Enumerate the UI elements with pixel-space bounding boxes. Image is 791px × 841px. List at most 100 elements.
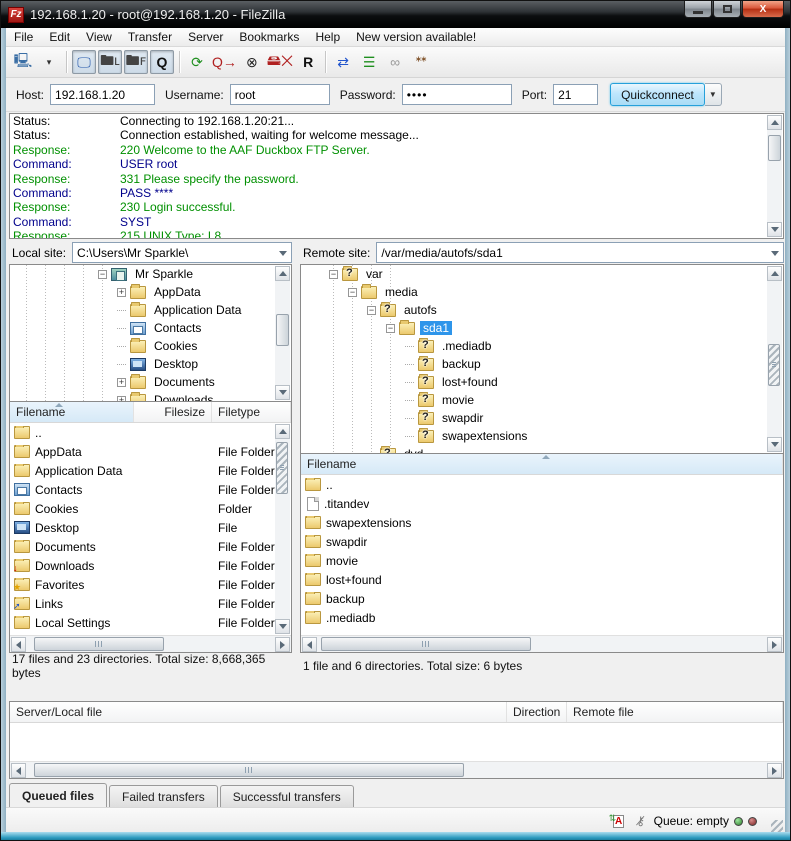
expander-minus-icon[interactable]: − xyxy=(367,306,376,315)
tree-item-application-data[interactable]: Application Data xyxy=(10,301,291,319)
column-header-filetype[interactable]: Filetype xyxy=(212,402,291,422)
file-row-downloads[interactable]: ↓DownloadsFile Folder xyxy=(10,556,291,575)
title-bar[interactable]: Fz 192.168.1.20 - root@192.168.1.20 - Fi… xyxy=(1,1,791,28)
tree-item-media[interactable]: −media xyxy=(301,283,783,301)
toggle-local-tree-button[interactable]: 🖿ʟ xyxy=(98,50,122,74)
transfer-queue[interactable]: Server/Local file Direction Remote file xyxy=(9,701,784,779)
file-row-[interactable]: .. xyxy=(301,475,783,494)
remote-file-list[interactable]: Filename ...titandevswapextensionsswapdi… xyxy=(300,454,784,653)
menu-bookmarks[interactable]: Bookmarks xyxy=(231,28,307,46)
local-list-scrollbar[interactable] xyxy=(275,424,290,634)
scrollbar-thumb[interactable] xyxy=(321,637,531,651)
column-header-filename[interactable]: Filename xyxy=(301,454,783,474)
close-button[interactable]: X xyxy=(742,1,784,18)
filter-button[interactable]: ᕯ xyxy=(409,50,433,74)
minimize-button[interactable] xyxy=(684,1,712,18)
file-row-local-settings[interactable]: Local SettingsFile Folder xyxy=(10,613,291,632)
file-row-favorites[interactable]: ★FavoritesFile Folder xyxy=(10,575,291,594)
file-row-[interactable]: .. xyxy=(10,423,291,442)
expander-plus-icon[interactable]: + xyxy=(117,378,126,387)
file-row-appdata[interactable]: AppDataFile Folder xyxy=(10,442,291,461)
expander-minus-icon[interactable]: − xyxy=(348,288,357,297)
tree-item-mediadb[interactable]: ?.mediadb xyxy=(301,337,783,355)
scroll-left-icon[interactable] xyxy=(302,637,317,652)
directory-comparison-button[interactable]: ☰ xyxy=(357,50,381,74)
tree-item-downloads[interactable]: +↓Downloads xyxy=(10,391,291,402)
tree-item-movie[interactable]: ?movie xyxy=(301,391,783,409)
local-directory-tree[interactable]: −Mr Sparkle+AppDataApplication DataConta… xyxy=(9,264,292,402)
message-log[interactable]: Status:Connecting to 192.168.1.20:21...S… xyxy=(9,113,784,239)
file-row-lost-found[interactable]: lost+found xyxy=(301,570,783,589)
scroll-up-icon[interactable] xyxy=(275,424,290,439)
tree-item-appdata[interactable]: +AppData xyxy=(10,283,291,301)
toggle-remote-tree-button[interactable]: 🖿ꜰ xyxy=(124,50,148,74)
file-row-desktop[interactable]: DesktopFile xyxy=(10,518,291,537)
file-row-swapextensions[interactable]: swapextensions xyxy=(301,513,783,532)
scroll-right-icon[interactable] xyxy=(767,763,782,778)
remote-directory-tree[interactable]: −?var−media−?autofs−sda1?.mediadb?backup… xyxy=(300,264,784,454)
local-file-list[interactable]: Filename Filesize Filetype ..AppDataFile… xyxy=(9,402,292,653)
port-input[interactable] xyxy=(553,84,598,105)
maximize-button[interactable] xyxy=(713,1,741,18)
tree-item-dvd[interactable]: ?dvd xyxy=(301,445,783,454)
scroll-right-icon[interactable] xyxy=(275,637,290,652)
menu-file[interactable]: File xyxy=(6,28,41,46)
scroll-down-icon[interactable] xyxy=(767,222,782,237)
tree-item-sda1[interactable]: −sda1 xyxy=(301,319,783,337)
file-row-mediadb[interactable]: .mediadb xyxy=(301,608,783,627)
queue-hscrollbar[interactable] xyxy=(10,761,783,778)
scrollbar-thumb[interactable] xyxy=(34,763,464,777)
tree-item-cookies[interactable]: Cookies xyxy=(10,337,291,355)
expander-minus-icon[interactable]: − xyxy=(386,324,395,333)
cancel-button[interactable]: ⊗ xyxy=(240,50,264,74)
scroll-right-icon[interactable] xyxy=(767,637,782,652)
scrollbar-thumb[interactable] xyxy=(276,442,288,494)
tree-item-documents[interactable]: +Documents xyxy=(10,373,291,391)
tree-item-autofs[interactable]: −?autofs xyxy=(301,301,783,319)
quickconnect-dropdown-button[interactable]: ▼ xyxy=(705,83,722,106)
file-row-cookies[interactable]: CookiesFolder xyxy=(10,499,291,518)
tree-item-swapdir[interactable]: ?swapdir xyxy=(301,409,783,427)
scroll-down-icon[interactable] xyxy=(275,619,290,634)
tree-item-var[interactable]: −?var xyxy=(301,265,783,283)
tree-item-mr-sparkle[interactable]: −Mr Sparkle xyxy=(10,265,291,283)
column-header-direction[interactable]: Direction xyxy=(507,702,567,722)
file-row-movie[interactable]: movie xyxy=(301,551,783,570)
remote-site-combobox[interactable]: /var/media/autofs/sda1 xyxy=(376,242,784,263)
file-row-backup[interactable]: backup xyxy=(301,589,783,608)
quickconnect-button[interactable]: Quickconnect xyxy=(610,83,705,106)
file-row-swapdir[interactable]: swapdir xyxy=(301,532,783,551)
file-row-application-data[interactable]: Application DataFile Folder xyxy=(10,461,291,480)
site-manager-dropdown[interactable]: ▾ xyxy=(37,50,61,74)
synchronized-browsing-button[interactable]: ⇄ xyxy=(331,50,355,74)
username-input[interactable] xyxy=(230,84,330,105)
column-header-remote-file[interactable]: Remote file xyxy=(567,702,783,722)
disconnect-button[interactable]: 🖴✕ xyxy=(266,50,294,74)
expander-minus-icon[interactable]: − xyxy=(329,270,338,279)
refresh-button[interactable]: ⟳ xyxy=(185,50,209,74)
tree-item-lost-found[interactable]: ?lost+found xyxy=(301,373,783,391)
scroll-left-icon[interactable] xyxy=(11,763,26,778)
menu-help[interactable]: Help xyxy=(307,28,348,46)
tree-item-backup[interactable]: ?backup xyxy=(301,355,783,373)
local-site-combobox[interactable]: C:\Users\Mr Sparkle\ xyxy=(72,242,292,263)
remote-list-hscrollbar[interactable] xyxy=(301,635,783,652)
menu-edit[interactable]: Edit xyxy=(41,28,78,46)
tab-failed-transfers[interactable]: Failed transfers xyxy=(109,785,218,807)
file-row-titandev[interactable]: .titandev xyxy=(301,494,783,513)
scroll-left-icon[interactable] xyxy=(11,637,26,652)
menu-transfer[interactable]: Transfer xyxy=(120,28,180,46)
menu-server[interactable]: Server xyxy=(180,28,231,46)
expander-minus-icon[interactable]: − xyxy=(98,270,107,279)
expander-plus-icon[interactable]: + xyxy=(117,288,126,297)
menu-new-version-available[interactable]: New version available! xyxy=(348,28,484,46)
file-row-links[interactable]: ➚LinksFile Folder xyxy=(10,594,291,613)
column-header-filesize[interactable]: Filesize xyxy=(134,402,212,422)
column-header-filename[interactable]: Filename xyxy=(10,402,134,422)
site-manager-button[interactable]: 🖳 xyxy=(11,50,35,74)
message-log-scrollbar[interactable] xyxy=(767,115,782,237)
tree-item-contacts[interactable]: Contacts xyxy=(10,319,291,337)
toggle-queue-button[interactable]: Q xyxy=(150,50,174,74)
reconnect-button[interactable]: R xyxy=(296,50,320,74)
tab-successful-transfers[interactable]: Successful transfers xyxy=(220,785,354,807)
